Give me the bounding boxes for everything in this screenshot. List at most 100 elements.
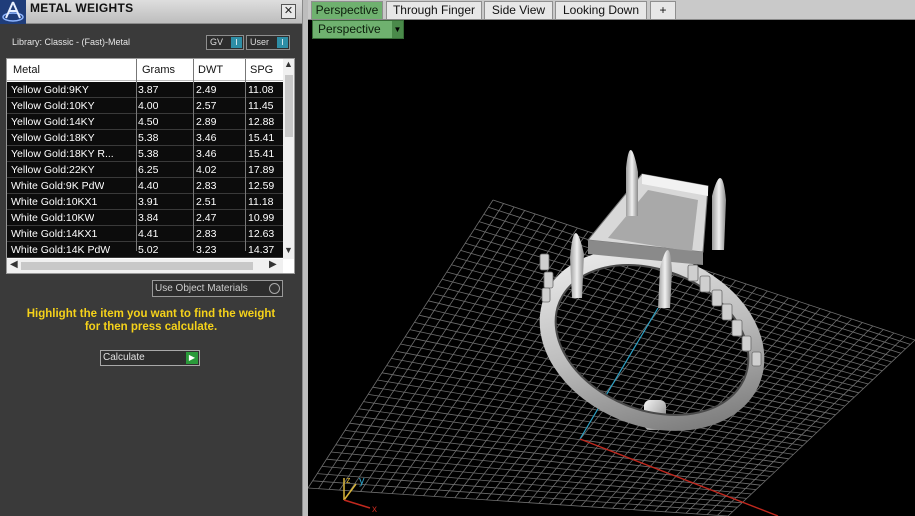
table-row[interactable]: Yellow Gold:14KY 4.50 2.89 12.88 [7,114,283,130]
column-divider [245,59,246,251]
dwt-cell: 2.89 [196,116,217,128]
3d-viewport[interactable]: z y x [308,40,915,516]
dwt-cell: 2.57 [196,100,217,112]
scroll-right-icon[interactable]: ▶ [269,259,277,270]
grams-cell: 3.87 [138,84,159,96]
dwt-cell: 2.49 [196,84,217,96]
spg-cell: 10.99 [248,212,275,224]
table-row[interactable]: White Gold:10KX1 3.91 2.51 11.18 [7,194,283,210]
metal-cell: Yellow Gold:18KY [11,132,95,144]
grams-cell: 5.38 [138,148,159,160]
dwt-cell: 2.51 [196,196,217,208]
spg-cell: 12.59 [248,180,275,192]
use-object-materials-radio[interactable] [269,283,280,294]
close-button[interactable]: ✕ [281,4,296,19]
tab-looking-down[interactable]: Looking Down [555,1,647,19]
metal-cell: Yellow Gold:14KY [11,116,95,128]
grams-cell: 5.02 [138,244,159,256]
table-header: Metal Grams DWT SPG [7,59,283,81]
table-row[interactable]: Yellow Gold:10KY 4.00 2.57 11.45 [7,98,283,114]
grams-cell: 3.84 [138,212,159,224]
panel-title: METAL WEIGHTS [30,1,134,15]
tab-through-finger[interactable]: Through Finger [386,1,482,19]
axis-gizmo: z y x [343,475,377,515]
instruction-text: Highlight the item you want to find the … [0,308,302,334]
grams-cell: 4.41 [138,228,159,240]
spg-cell: 12.63 [248,228,275,240]
table-row[interactable]: Yellow Gold:9KY 3.87 2.49 11.08 [7,82,283,98]
spg-cell: 11.18 [248,196,274,208]
calculate-button[interactable]: Calculate ▶ [100,350,200,366]
calculate-label: Calculate [103,352,145,363]
spg-cell: 15.41 [248,132,275,144]
gv-toggle-knob: I [231,37,242,48]
table-row[interactable]: White Gold:10KW 3.84 2.47 10.99 [7,210,283,226]
tab-perspective[interactable]: Perspective [311,1,383,19]
play-icon[interactable]: ▶ [186,352,198,364]
horizontal-scrollbar[interactable]: ◀ ▶ [7,259,283,273]
metal-cell: White Gold:14KX1 [11,228,98,240]
z-axis-label: z [346,475,351,485]
use-object-materials-label: Use Object Materials [155,283,248,294]
spg-cell: 11.08 [248,84,274,96]
column-divider [136,59,137,251]
dwt-cell: 3.23 [196,244,217,256]
metal-table[interactable]: Metal Grams DWT SPG Yellow Gold:9KY 3.87 2… [6,58,295,274]
table-row[interactable]: Yellow Gold:18KY 5.38 3.46 15.41 [7,130,283,146]
tab-side-view[interactable]: Side View [484,1,553,19]
spg-cell: 17.89 [248,164,275,176]
grams-cell: 4.00 [138,100,159,112]
metal-cell: Yellow Gold:22KY [11,164,95,176]
column-header-spg[interactable]: SPG [250,64,273,76]
grams-cell: 5.38 [138,132,159,144]
table-row[interactable]: Yellow Gold:18KY R... 5.38 3.46 15.41 [7,146,283,162]
y-axis-label: y [359,475,365,487]
column-header-metal[interactable]: Metal [13,64,40,76]
gv-toggle[interactable]: GV I [206,35,244,50]
view-select[interactable]: Perspective ▼ [312,20,404,39]
dwt-cell: 2.83 [196,228,217,240]
metal-cell: Yellow Gold:9KY [11,84,89,96]
column-divider [193,59,194,251]
add-tab-icon[interactable]: + [650,1,676,19]
metal-cell: White Gold:9K PdW [11,180,105,192]
spg-cell: 11.45 [248,100,274,112]
library-label: Library: Classic - (Fast)-Metal [12,37,131,47]
use-object-materials-option[interactable]: Use Object Materials [152,280,283,297]
panel-header: METAL WEIGHTS ✕ [0,0,302,24]
table-rows: Yellow Gold:9KY 3.87 2.49 11.08 Yellow Gold:… [7,82,283,258]
metal-cell: Yellow Gold:10KY [11,100,95,112]
table-row[interactable]: White Gold:14KX1 4.41 2.83 12.63 [7,226,283,242]
instruction-line-1: Highlight the item you want to find the … [26,308,276,320]
dwt-cell: 4.02 [196,164,217,176]
dwt-cell: 3.46 [196,148,217,160]
vertical-scroll-thumb[interactable] [285,75,293,137]
metal-cell: White Gold:10KW [11,212,95,224]
metal-cell: White Gold:10KX1 [11,196,98,208]
table-row[interactable]: White Gold:14K PdW 5.02 3.23 14.37 [7,242,283,258]
dropdown-arrow-icon[interactable]: ▼ [392,21,403,38]
view-tabbar: Perspective Through Finger Side View Loo… [308,0,915,20]
column-header-grams[interactable]: Grams [142,64,175,76]
grams-cell: 4.50 [138,116,159,128]
table-row[interactable]: Yellow Gold:22KY 6.25 4.02 17.89 [7,162,283,178]
vertical-scrollbar[interactable]: ▲ ▼ [283,59,294,259]
column-header-dwt[interactable]: DWT [198,64,223,76]
dwt-cell: 3.46 [196,132,217,144]
ring-model [539,149,765,431]
x-axis-label: x [372,504,377,515]
user-toggle[interactable]: User I [246,35,290,50]
scroll-left-icon[interactable]: ◀ [10,259,18,270]
metal-weights-panel: METAL WEIGHTS ✕ Library: Classic - (Fast… [0,0,302,516]
horizontal-scroll-thumb[interactable] [21,262,253,270]
spg-cell: 14.37 [248,244,275,256]
table-row[interactable]: White Gold:9K PdW 4.40 2.83 12.59 [7,178,283,194]
view-select-value: Perspective [318,22,381,36]
instruction-line-2: for then press calculate. [84,321,218,333]
user-toggle-knob: I [277,37,288,48]
spg-cell: 12.88 [248,116,275,128]
spg-cell: 15.41 [248,148,275,160]
grams-cell: 4.40 [138,180,159,192]
scroll-up-icon[interactable]: ▲ [284,59,293,69]
scroll-down-icon[interactable]: ▼ [284,245,293,255]
